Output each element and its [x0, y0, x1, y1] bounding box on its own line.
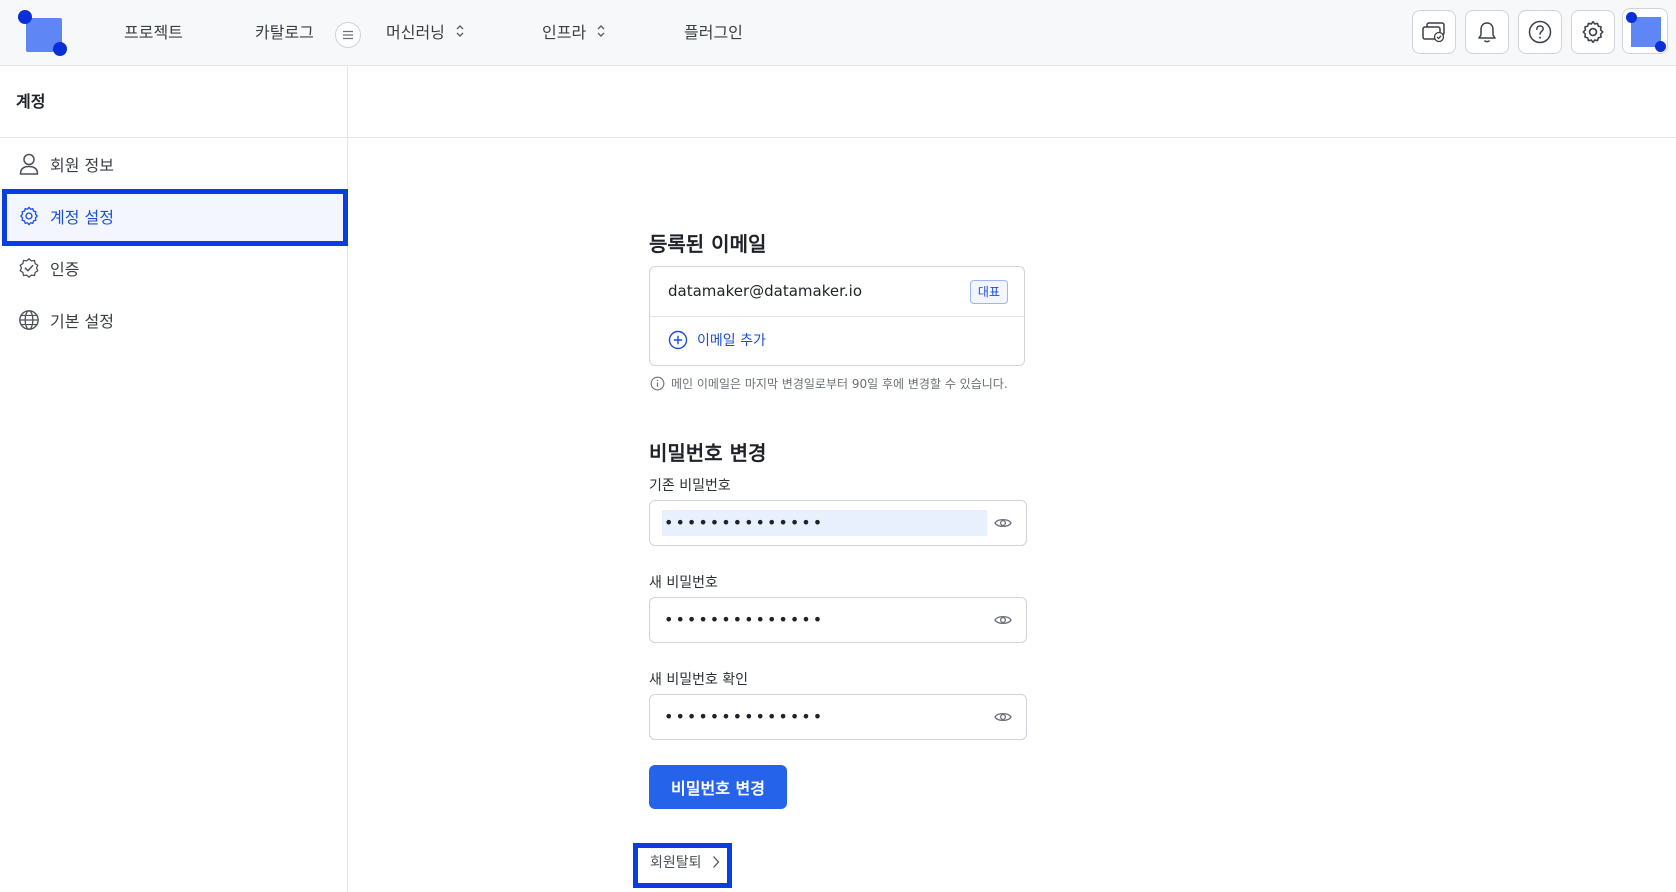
email-list: datamaker@datamaker.io 대표 이메일 추가: [649, 266, 1025, 366]
email-value: datamaker@datamaker.io: [668, 282, 863, 300]
sidebar-item-profile[interactable]: 회원 정보: [0, 138, 348, 190]
notifications-button[interactable]: [1465, 10, 1509, 54]
withdraw-label: 회원탈퇴: [650, 855, 702, 871]
gear-icon: [20, 206, 38, 226]
settings-button[interactable]: [1571, 10, 1615, 54]
nav-plugins-label: 플러그인: [684, 23, 743, 42]
change-password-button[interactable]: 비밀번호 변경: [649, 765, 787, 809]
nav-infra-label: 인프라: [542, 23, 587, 42]
nav-machine-learning-label: 머신러닝: [386, 23, 445, 42]
globe-icon: [19, 310, 39, 330]
chevron-up-down-icon: [456, 25, 464, 37]
email-row: datamaker@datamaker.io 대표: [650, 267, 1024, 317]
confirm-password-label: 새 비밀번호 확인: [649, 672, 749, 688]
nav-catalog[interactable]: 카탈로그: [255, 0, 314, 62]
info-icon: [650, 376, 665, 391]
plus-circle-icon: [668, 330, 688, 350]
change-password-title: 비밀번호 변경: [649, 441, 767, 465]
menu-icon: [343, 30, 353, 40]
sidebar-collapse-button[interactable]: [335, 22, 361, 48]
new-password-input[interactable]: ••••••••••••••: [649, 597, 1027, 643]
eye-icon[interactable]: [994, 516, 1012, 530]
sidebar: 계정 회원 정보 계정 설정 인증 기본 설정: [0, 66, 348, 892]
sidebar-item-authentication[interactable]: 인증: [0, 242, 348, 294]
nav-catalog-label: 카탈로그: [255, 23, 314, 42]
nav-plugins[interactable]: 플러그인: [684, 0, 743, 62]
workspace-button[interactable]: [1412, 10, 1456, 54]
new-password-label: 새 비밀번호: [649, 575, 718, 591]
app-logo[interactable]: [18, 10, 70, 56]
eye-icon[interactable]: [994, 613, 1012, 627]
current-password-input[interactable]: ••••••••••••••: [649, 500, 1027, 546]
workspace-icon: [1422, 22, 1445, 43]
registered-email-title: 등록된 이메일: [649, 232, 767, 256]
new-password-value: ••••••••••••••: [664, 610, 825, 629]
header-divider: [348, 137, 1676, 138]
current-password-label: 기존 비밀번호: [649, 478, 731, 494]
sidebar-item-label: 회원 정보: [50, 156, 114, 175]
avatar[interactable]: [1622, 8, 1668, 54]
chevron-up-down-icon: [597, 25, 605, 37]
primary-email-badge: 대표: [969, 280, 1008, 304]
add-email-label: 이메일 추가: [697, 333, 766, 349]
user-icon: [19, 153, 39, 175]
confirm-password-input[interactable]: ••••••••••••••: [649, 694, 1027, 740]
nav-infra[interactable]: 인프라: [542, 0, 606, 62]
bell-icon: [1478, 22, 1496, 43]
nav-projects-label: 프로젝트: [124, 23, 183, 42]
current-password-value: ••••••••••••••: [664, 513, 825, 532]
sidebar-title: 계정: [16, 92, 46, 111]
sidebar-item-label: 기본 설정: [50, 312, 114, 331]
nav-machine-learning[interactable]: 머신러닝: [386, 0, 465, 62]
chevron-right-icon: [712, 856, 719, 868]
email-change-note: 메인 이메일은 마지막 변경일로부터 90일 후에 변경할 수 있습니다.: [650, 375, 1008, 392]
sidebar-item-label: 계정 설정: [50, 208, 114, 227]
eye-icon[interactable]: [994, 710, 1012, 724]
withdraw-link[interactable]: 회원탈퇴: [650, 852, 720, 872]
sidebar-header: 계정: [0, 66, 347, 138]
email-change-note-text: 메인 이메일은 마지막 변경일로부터 90일 후에 변경할 수 있습니다.: [671, 377, 1008, 391]
add-email-button[interactable]: 이메일 추가: [668, 330, 766, 350]
sidebar-item-label: 인증: [50, 260, 80, 279]
nav-projects[interactable]: 프로젝트: [124, 0, 183, 62]
top-navbar: 프로젝트 카탈로그 머신러닝 인프라 플러그인: [0, 0, 1676, 66]
verified-badge-icon: [19, 258, 39, 278]
sidebar-item-account-settings[interactable]: 계정 설정: [0, 190, 348, 242]
confirm-password-value: ••••••••••••••: [664, 707, 825, 726]
sidebar-item-preferences[interactable]: 기본 설정: [0, 294, 348, 346]
help-icon: [1528, 20, 1552, 44]
help-button[interactable]: [1518, 10, 1562, 54]
gear-icon: [1582, 20, 1604, 44]
